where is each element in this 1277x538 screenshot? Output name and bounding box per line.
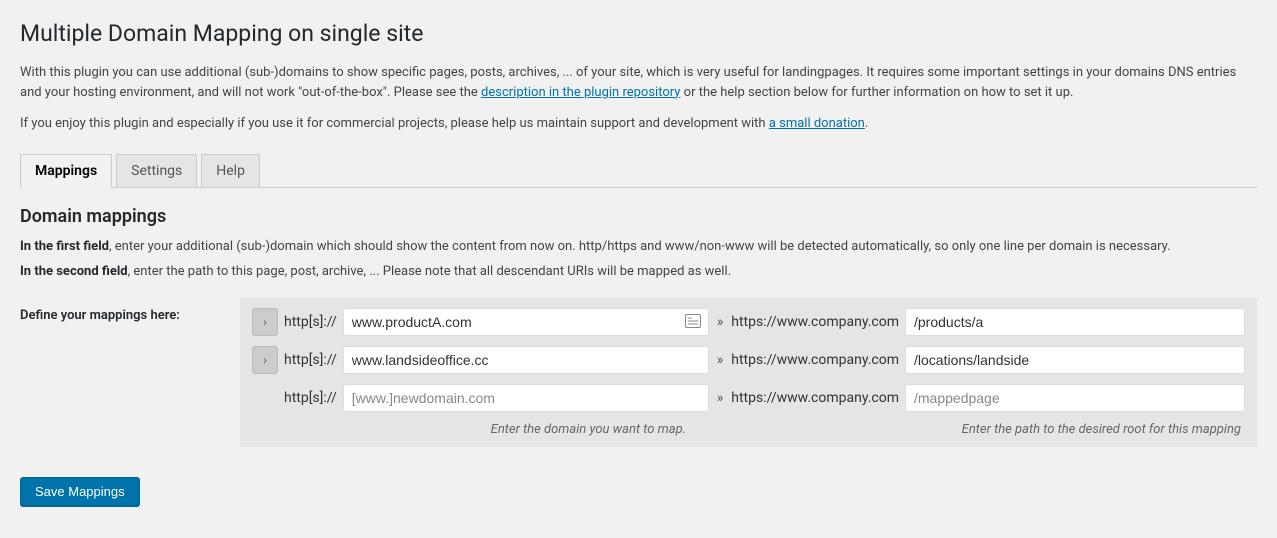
tab-mappings[interactable]: Mappings: [20, 154, 112, 188]
instruction-1-strong: In the first field: [20, 239, 109, 254]
section-heading: Domain mappings: [20, 206, 1257, 227]
domain-input[interactable]: [343, 346, 709, 374]
chevron-right-icon: ›: [263, 353, 267, 367]
expand-spacer: [252, 384, 278, 412]
tab-bar: Mappings Settings Help: [20, 154, 1257, 188]
helper-row: Enter the domain you want to map. Enter …: [252, 422, 1245, 437]
instruction-line-1: In the first field, enter your additiona…: [20, 237, 1257, 257]
protocol-label: http[s]://: [284, 390, 337, 406]
base-url-label: https://www.company.com: [731, 352, 899, 368]
protocol-label: http[s]://: [284, 314, 337, 330]
repo-description-link[interactable]: description in the plugin repository: [481, 85, 680, 100]
path-helper-text: Enter the path to the desired root for t…: [686, 422, 1245, 437]
intro-text-2a: If you enjoy this plugin and especially …: [20, 116, 769, 131]
intro-text-2b: .: [865, 116, 868, 131]
intro-paragraph-2: If you enjoy this plugin and especially …: [20, 114, 1257, 134]
mapping-row: › http[s]:// » https://www.company.com: [252, 346, 1245, 374]
chevron-right-icon: ›: [263, 315, 267, 329]
instruction-2-rest: , enter the path to this page, post, arc…: [128, 264, 731, 279]
mapping-row: http[s]:// » https://www.company.com: [252, 384, 1245, 412]
path-input[interactable]: [905, 384, 1245, 412]
instruction-1-rest: , enter your additional (sub-)domain whi…: [109, 239, 1171, 254]
save-mappings-button[interactable]: Save Mappings: [20, 477, 140, 506]
intro-paragraph-1: With this plugin you can use additional …: [20, 63, 1257, 102]
path-input[interactable]: [905, 308, 1245, 336]
tab-settings[interactable]: Settings: [116, 154, 197, 188]
intro-text-1b: or the help section below for further in…: [680, 85, 1073, 100]
domain-input[interactable]: [343, 308, 709, 336]
define-mappings-label: Define your mappings here:: [20, 298, 240, 323]
mappings-panel: › http[s]:// » https://www.company.com ›…: [240, 298, 1257, 447]
protocol-label: http[s]://: [284, 352, 337, 368]
base-url-label: https://www.company.com: [731, 390, 899, 406]
instruction-line-2: In the second field, enter the path to t…: [20, 262, 1257, 282]
base-url-label: https://www.company.com: [731, 314, 899, 330]
donation-link[interactable]: a small donation: [769, 116, 865, 131]
expand-toggle[interactable]: ›: [252, 308, 278, 336]
instruction-2-strong: In the second field: [20, 264, 128, 279]
path-input[interactable]: [905, 346, 1245, 374]
arrow-icon: »: [715, 390, 726, 406]
expand-toggle[interactable]: ›: [252, 346, 278, 374]
arrow-icon: »: [715, 352, 726, 368]
domain-input[interactable]: [343, 384, 709, 412]
tab-help[interactable]: Help: [201, 154, 260, 188]
arrow-icon: »: [715, 314, 726, 330]
domain-helper-text: Enter the domain you want to map.: [252, 422, 686, 437]
page-title: Multiple Domain Mapping on single site: [20, 20, 1257, 47]
mapping-row: › http[s]:// » https://www.company.com: [252, 308, 1245, 336]
